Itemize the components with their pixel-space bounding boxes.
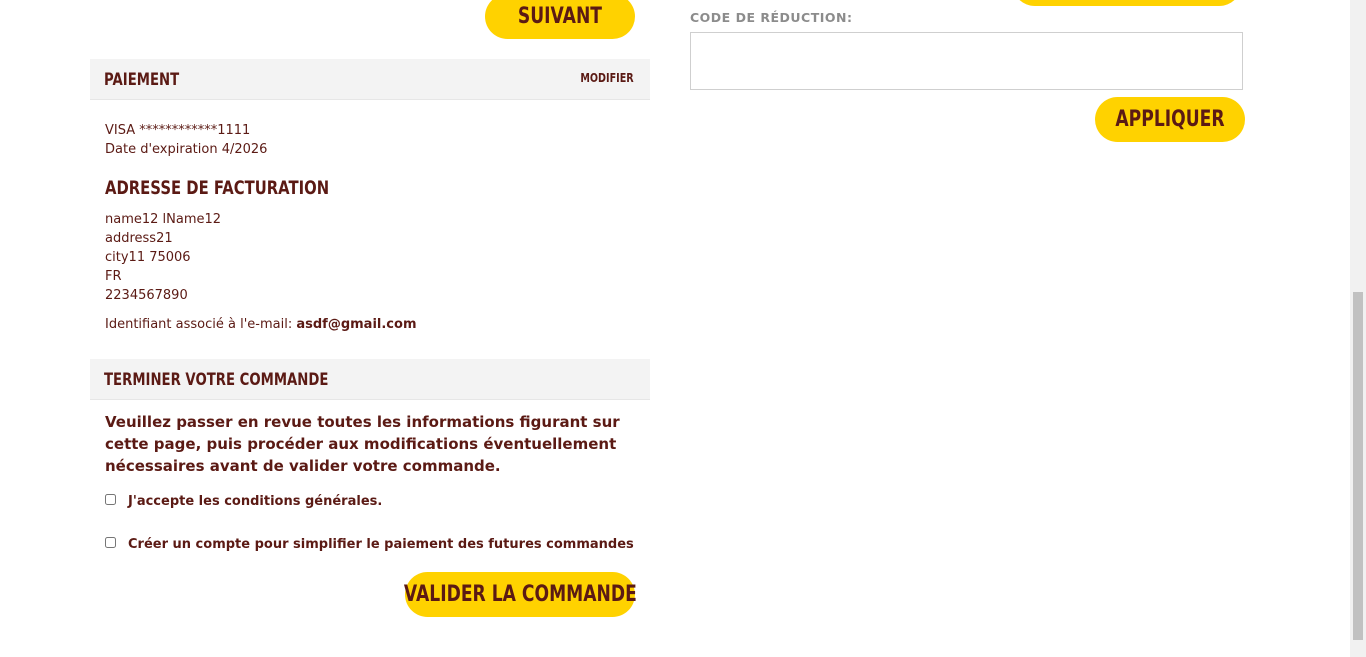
discount-code-input[interactable]	[690, 32, 1243, 90]
email-label: Identifiant associé à l'e-mail:	[105, 317, 293, 332]
create-account-checkbox[interactable]	[105, 537, 116, 548]
card-number: VISA ************1111	[105, 123, 251, 138]
billing-country: FR	[105, 269, 122, 284]
billing-name: name12 lName12	[105, 212, 222, 227]
finish-title: TERMINER VOTRE COMMANDE	[104, 370, 329, 390]
card-expiry: Date d'expiration 4/2026	[105, 142, 268, 157]
discount-label: CODE DE RÉDUCTION:	[690, 10, 853, 25]
review-instructions: Veuillez passer en revue toutes les info…	[105, 413, 620, 475]
payment-section-header: PAIEMENT MODIFIER	[90, 59, 650, 100]
payment-title: PAIEMENT	[104, 70, 180, 90]
modify-payment-link[interactable]: MODIFIER	[581, 71, 634, 85]
partial-button-top-right[interactable]	[1012, 0, 1242, 6]
terms-label[interactable]: J'accepte les conditions générales.	[128, 494, 382, 509]
vertical-scrollbar[interactable]	[1350, 0, 1366, 657]
submit-order-label: VALIDER LA COMMANDE	[403, 582, 637, 607]
email-value: asdf@gmail.com	[296, 317, 417, 332]
next-button[interactable]: SUIVANT	[485, 0, 635, 39]
email-line: Identifiant associé à l'e-mail: asdf@gma…	[105, 317, 417, 332]
billing-address: address21	[105, 231, 173, 246]
terms-checkbox[interactable]	[105, 494, 116, 505]
finish-section-header: TERMINER VOTRE COMMANDE	[90, 359, 650, 400]
apply-button-label: APPLIQUER	[1115, 107, 1225, 132]
billing-city: city11 75006	[105, 250, 191, 265]
billing-title: ADRESSE DE FACTURATION	[105, 177, 330, 199]
apply-button[interactable]: APPLIQUER	[1095, 97, 1245, 142]
next-button-label: SUIVANT	[517, 4, 603, 29]
billing-phone: 2234567890	[105, 288, 188, 303]
create-account-label[interactable]: Créer un compte pour simplifier le paiem…	[128, 537, 634, 552]
submit-order-button[interactable]: VALIDER LA COMMANDE	[403, 572, 637, 617]
scrollbar-thumb[interactable]	[1353, 292, 1363, 640]
